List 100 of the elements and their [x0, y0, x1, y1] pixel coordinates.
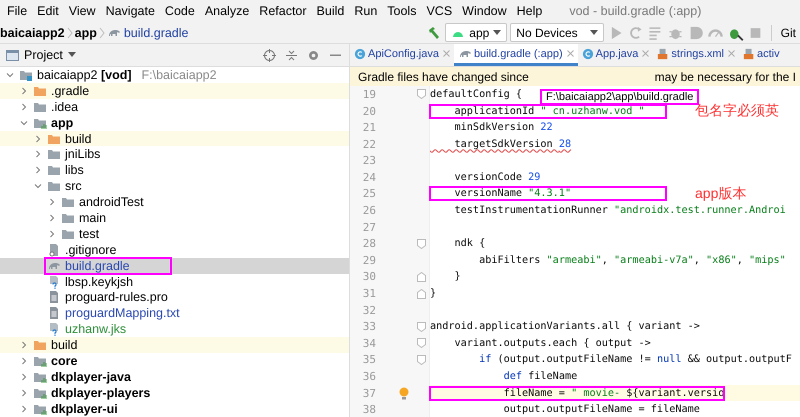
- folder-icon: [61, 195, 75, 210]
- tree-item[interactable]: .gitignore: [0, 242, 349, 258]
- device-dropdown[interactable]: No Devices: [510, 23, 604, 42]
- panel-title[interactable]: Project: [24, 48, 63, 62]
- tree-item[interactable]: .gradle: [0, 82, 349, 99]
- menu-item[interactable]: Code: [160, 4, 200, 18]
- tree-label: .idea: [50, 100, 80, 114]
- file-question-icon: [47, 322, 61, 336]
- line-number: 37: [362, 386, 376, 400]
- tree-item[interactable]: build: [0, 130, 349, 146]
- caret-icon[interactable]: [493, 30, 502, 36]
- line-number: 21: [362, 121, 376, 134]
- breadcrumb[interactable]: build.gradle: [124, 26, 188, 40]
- close-icon[interactable]: [442, 50, 450, 57]
- code-line: applicationId " cn.uzhanw.vod ": [430, 104, 666, 118]
- tree-label: baicaiapp2 [vod]: [36, 68, 133, 82]
- close-icon[interactable]: [566, 50, 574, 57]
- run-config-dropdown[interactable]: app: [445, 23, 508, 42]
- line-number: 30: [362, 270, 376, 284]
- code-line: variant.outputs.each { output ->: [454, 338, 651, 349]
- tree-item[interactable]: jniLibs: [0, 146, 349, 162]
- file-question-icon: [47, 274, 61, 289]
- editor-tab[interactable]: strings.xml: [653, 44, 739, 66]
- line-number: 26: [362, 204, 376, 218]
- close-icon[interactable]: [642, 50, 650, 57]
- close-icon[interactable]: [728, 50, 735, 57]
- tree-item[interactable]: main: [0, 210, 349, 226]
- tree-item[interactable]: baicaiapp2 [vod] F:\baicaiapp2: [0, 67, 349, 83]
- tree-item[interactable]: proguardMapping.txt: [0, 305, 349, 322]
- minimize-icon[interactable]: [330, 54, 341, 56]
- tree-item[interactable]: dkplayer-ui: [0, 400, 349, 417]
- fold-icon[interactable]: [416, 288, 426, 299]
- project-path: F:\baicaiapp2: [142, 68, 217, 82]
- editor-tab[interactable]: ApiConfig.java: [350, 44, 454, 66]
- line-number: 32: [362, 304, 376, 317]
- fold-icon[interactable]: [416, 354, 426, 365]
- tree-item[interactable]: test: [0, 226, 349, 242]
- editor-tab[interactable]: App.java: [578, 44, 654, 66]
- fold-icon[interactable]: [416, 89, 426, 100]
- editor-tab[interactable]: build.gradle (:app): [454, 44, 578, 66]
- code-line: versionName "4.3.1": [430, 187, 666, 200]
- line-number: 25: [362, 187, 376, 200]
- tree-label: .gitignore: [64, 242, 118, 257]
- fold-icon[interactable]: [416, 338, 426, 348]
- tree-label: build.gradle: [46, 258, 170, 273]
- xml-file-icon: [657, 48, 670, 60]
- tree-item[interactable]: src: [0, 178, 349, 194]
- line-number: 22: [362, 138, 376, 151]
- tree-item[interactable]: proguard-rules.pro: [0, 289, 349, 306]
- menu-item[interactable]: Help: [512, 4, 548, 18]
- menu-item[interactable]: Refactor: [254, 4, 312, 18]
- tree-item[interactable]: .idea: [0, 98, 349, 115]
- menu-item[interactable]: View: [64, 4, 101, 18]
- fold-icon[interactable]: [416, 238, 426, 249]
- tree-item[interactable]: dkplayer-players: [0, 384, 349, 401]
- code-line: android.applicationVariants.all { variant ->: [430, 321, 700, 332]
- tree-item[interactable]: core: [0, 353, 349, 369]
- breadcrumb[interactable]: app: [74, 26, 97, 40]
- tree-label: dkplayer-ui: [50, 402, 119, 416]
- tree-item[interactable]: lbsp.keykjsh: [0, 274, 349, 290]
- editor-tab[interactable]: activ: [738, 44, 784, 66]
- menu-item[interactable]: Navigate: [100, 4, 160, 18]
- line-number: 29: [362, 254, 376, 267]
- menu-item[interactable]: Window: [457, 4, 512, 18]
- tree-item[interactable]: build: [0, 337, 349, 354]
- tree-item[interactable]: app: [0, 114, 349, 131]
- panel-icon: [6, 50, 19, 60]
- line-number: 27: [362, 220, 376, 234]
- menu-item[interactable]: Edit: [32, 4, 64, 18]
- tree-item[interactable]: dkplayer-java: [0, 368, 349, 385]
- lightbulb-icon[interactable]: [399, 386, 409, 400]
- menu-item[interactable]: Build: [312, 4, 350, 18]
- code-line: defaultConfig {: [430, 88, 522, 100]
- tree-item[interactable]: build.gradle: [0, 258, 349, 274]
- menu-item[interactable]: Analyze: [200, 4, 254, 18]
- vcs-label[interactable]: Git: [780, 26, 796, 40]
- tree-label: build: [64, 132, 92, 146]
- menu-item[interactable]: Run: [349, 4, 382, 18]
- fold-icon[interactable]: [416, 322, 426, 332]
- line-number: 19: [362, 88, 376, 101]
- notification-text: Gradle files have changed since: [358, 70, 529, 84]
- menu-item[interactable]: Tools: [382, 4, 422, 18]
- tree-item[interactable]: libs: [0, 162, 349, 178]
- code-line: output.outputFileName = fileName: [502, 404, 700, 416]
- menu-item[interactable]: VCS: [421, 4, 458, 18]
- folder-icon: [47, 163, 61, 178]
- tree-item[interactable]: uzhanw.jks: [0, 321, 349, 338]
- tree-item[interactable]: androidTest: [0, 194, 349, 210]
- breadcrumb[interactable]: baicaiapp2: [0, 26, 65, 40]
- tree-label: libs: [64, 163, 85, 178]
- tree-label: dkplayer-players: [50, 386, 152, 400]
- menu-item[interactable]: File: [2, 4, 32, 18]
- caret-icon[interactable]: [590, 30, 598, 36]
- fold-icon[interactable]: [416, 272, 426, 282]
- collapse-icon[interactable]: [286, 48, 297, 62]
- crosshair-icon[interactable]: [263, 48, 276, 62]
- tree-label: .gradle: [50, 84, 90, 98]
- code-line: targetSdkVersion 28: [454, 138, 572, 150]
- line-number: 24: [362, 170, 376, 184]
- caret-icon[interactable]: [68, 52, 76, 58]
